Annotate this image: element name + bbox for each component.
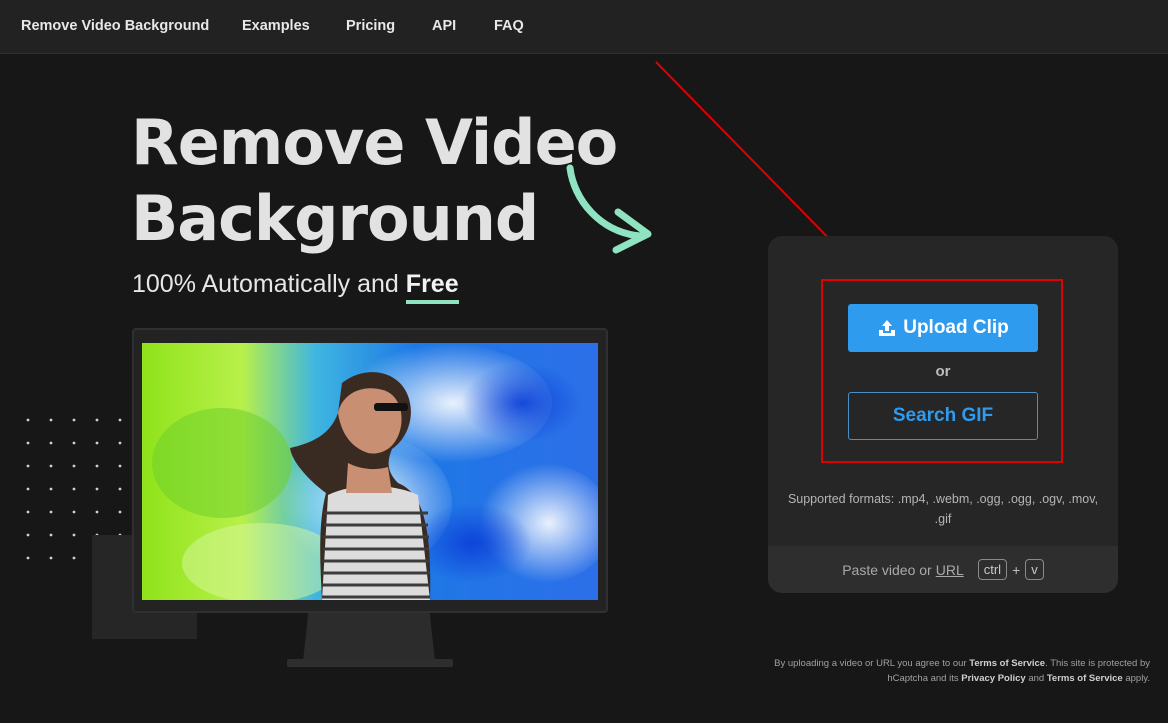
legal-notice: By uploading a video or URL you agree to… (748, 656, 1150, 686)
supported-formats-text: Supported formats: .mp4, .webm, .ogg, .o… (787, 492, 1099, 526)
hero-subtitle-free: Free (405, 270, 459, 304)
privacy-policy-link[interactable]: Privacy Policy (961, 673, 1025, 684)
legal-text-4: apply. (1125, 673, 1150, 684)
search-gif-button[interactable]: Search GIF (848, 392, 1038, 440)
nav-link-examples[interactable]: Examples (242, 18, 310, 34)
terms-of-service-link-2[interactable]: Terms of Service (1047, 673, 1123, 684)
ctrl-key: ctrl (977, 559, 1008, 580)
curved-arrow-icon (566, 164, 652, 254)
nav-link-faq[interactable]: FAQ (494, 18, 524, 34)
video-frame-image (142, 343, 598, 600)
upload-clip-label: Upload Clip (903, 317, 1009, 338)
paste-bar[interactable]: Paste video or URL ctrl + v (768, 546, 1118, 593)
paste-url-link[interactable]: URL (936, 562, 964, 578)
hero-subtitle: 100% Automatically and Free (132, 270, 459, 304)
upload-clip-button[interactable]: Upload Clip (848, 304, 1038, 352)
legal-text-3: and (1028, 673, 1045, 684)
nav-link-api[interactable]: API (432, 18, 456, 34)
legal-text-1: By uploading a video or URL you agree to… (774, 658, 967, 669)
hero-subtitle-text: 100% Automatically and (132, 270, 399, 298)
or-separator: or (935, 363, 951, 380)
video-preview (142, 343, 598, 600)
page: Remove Video Background Examples Pricing… (0, 0, 1168, 723)
monitor-stand (303, 613, 435, 661)
monitor-frame (132, 328, 608, 613)
nav-link-home[interactable]: Remove Video Background (21, 18, 209, 34)
v-key: v (1025, 559, 1044, 580)
plus-sign: + (1012, 561, 1021, 578)
upload-icon (879, 320, 896, 336)
paste-prefix: Paste video or (842, 561, 932, 578)
nav-link-pricing[interactable]: Pricing (346, 18, 395, 34)
top-nav: Remove Video Background Examples Pricing… (0, 0, 1168, 54)
search-gif-label: Search GIF (892, 405, 994, 426)
terms-of-service-link[interactable]: Terms of Service (969, 658, 1045, 669)
monitor-stand-base (287, 659, 453, 667)
